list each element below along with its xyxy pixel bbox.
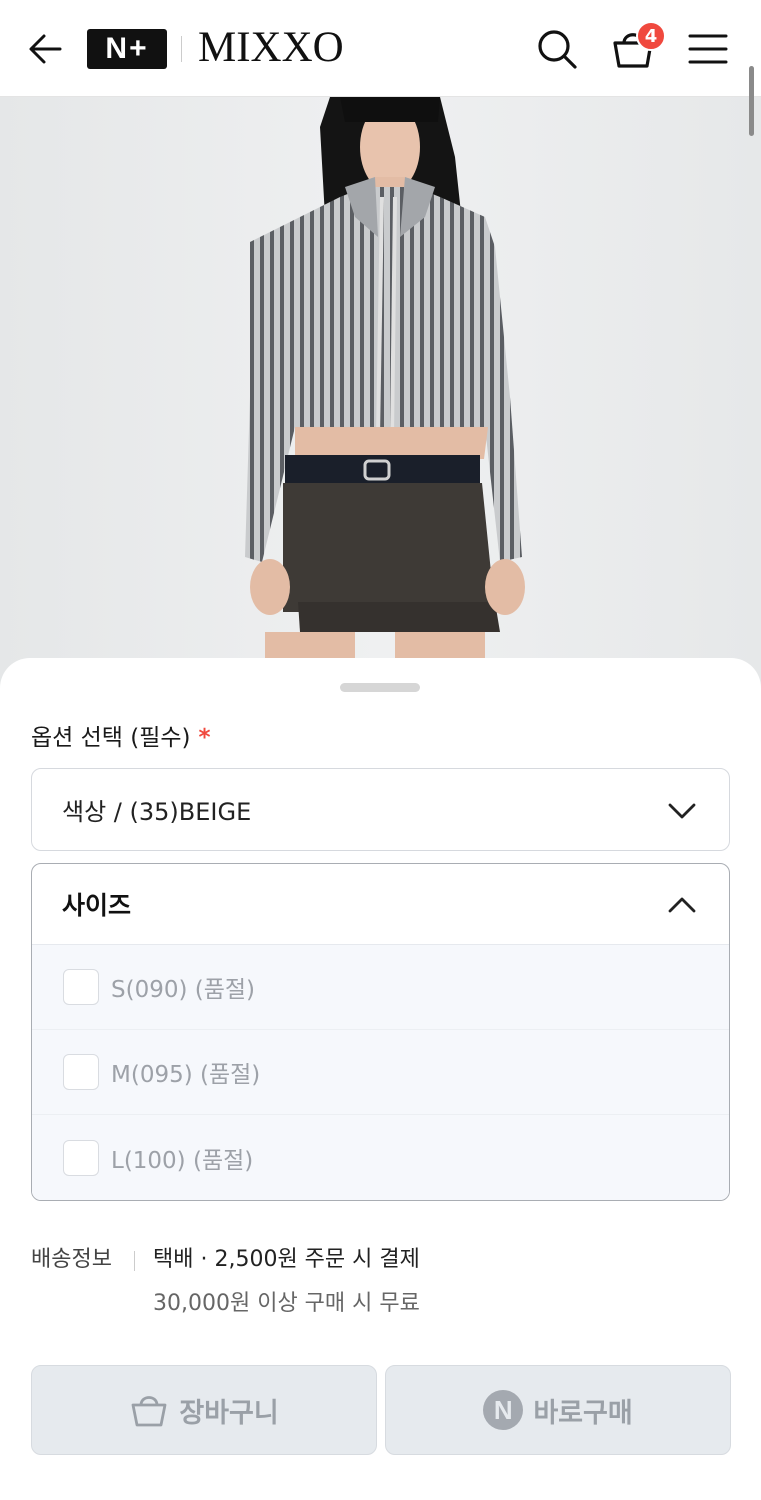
cart-count-badge: 4 — [636, 21, 666, 51]
option-section-title: 옵션 선택 (필수) * — [31, 718, 211, 752]
back-icon[interactable] — [26, 30, 64, 68]
size-select-header[interactable]: 사이즈 — [32, 864, 729, 945]
logo-divider — [181, 36, 182, 62]
add-to-cart-button[interactable]: 장바구니 — [31, 1365, 377, 1455]
option-bottom-sheet: 옵션 선택 (필수) * 색상 / (35)BEIGE 사이즈 S(090) (… — [0, 658, 761, 1500]
sheet-drag-handle[interactable] — [340, 683, 420, 692]
size-option-l[interactable]: L(100) (품절) — [32, 1115, 729, 1200]
shipping-fee-text: 택배 · 2,500원 주문 시 결제 — [153, 1247, 420, 1272]
free-shipping-text: 30,000원 이상 구매 시 무료 — [153, 1291, 420, 1316]
buy-now-button[interactable]: N 바로구매 — [385, 1365, 731, 1455]
size-option-label: S(090) (품절) — [111, 977, 256, 1003]
nplus-logo[interactable]: N+ — [87, 29, 167, 69]
color-select[interactable]: 색상 / (35)BEIGE — [31, 768, 730, 851]
brand-logo[interactable]: MIXXO — [198, 24, 344, 72]
buy-now-label: 바로구매 — [533, 1397, 633, 1429]
menu-icon[interactable] — [688, 33, 728, 65]
app-root: N+ MIXXO 4 옵션 선택 (필수) * 색상 / (35)BEIGE 사… — [0, 0, 761, 1500]
shipping-divider — [134, 1251, 135, 1271]
add-to-cart-label: 장바구니 — [179, 1397, 279, 1429]
size-select: 사이즈 S(090) (품절) M(095) (품절) L(100) (품절) — [31, 863, 730, 1201]
chevron-down-icon — [667, 797, 697, 823]
top-header: N+ MIXXO 4 — [0, 0, 761, 97]
size-checkbox[interactable] — [63, 1054, 99, 1090]
product-image[interactable] — [0, 97, 761, 697]
search-icon[interactable] — [536, 28, 578, 70]
shipping-label: 배송정보 — [31, 1247, 112, 1272]
scrollbar[interactable] — [749, 66, 754, 136]
size-select-title: 사이즈 — [62, 891, 132, 920]
chevron-up-icon — [667, 892, 697, 918]
cart-icon — [129, 1390, 169, 1430]
size-option-label: L(100) (품절) — [111, 1148, 254, 1174]
naverpay-icon: N — [483, 1390, 524, 1430]
required-mark: * — [198, 725, 211, 751]
size-checkbox[interactable] — [63, 1140, 99, 1176]
size-checkbox[interactable] — [63, 969, 99, 1005]
size-option-m[interactable]: M(095) (품절) — [32, 1030, 729, 1115]
size-option-label: M(095) (품절) — [111, 1062, 261, 1088]
color-select-value: 색상 / (35)BEIGE — [62, 798, 252, 826]
size-option-s[interactable]: S(090) (품절) — [32, 945, 729, 1030]
option-title-text: 옵션 선택 (필수) — [31, 725, 191, 751]
